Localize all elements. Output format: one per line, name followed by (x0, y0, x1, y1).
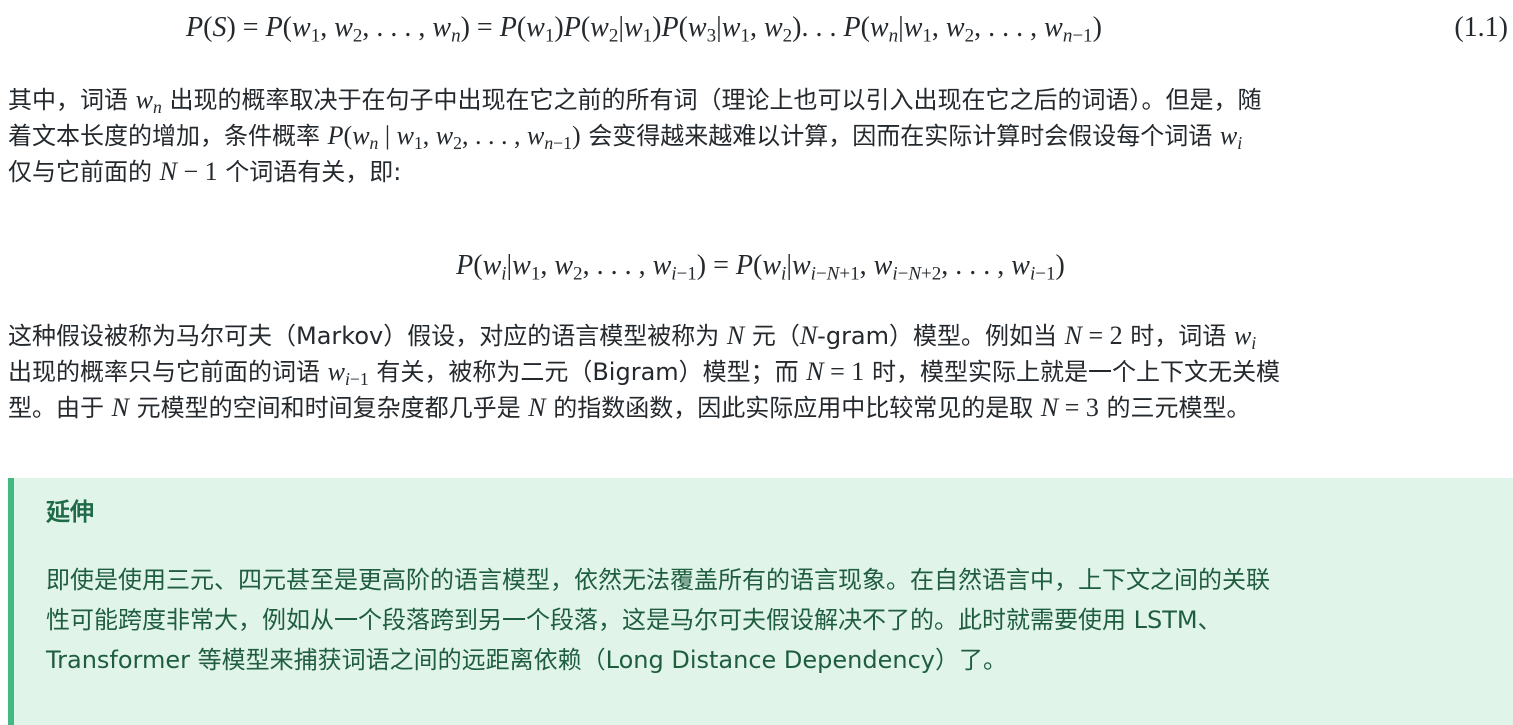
text-span: 其中，词语 (8, 86, 136, 114)
math-inline: N (726, 321, 745, 350)
paragraph-line: 这种假设被称为马尔可夫（Markov）假设，对应的语言模型被称为 N 元（N-g… (8, 318, 1508, 354)
text-span: 有关，被称为二元（Bigram）模型；而 (368, 358, 807, 386)
math-inline: wi (1233, 321, 1257, 353)
math-inline: N − 1 (159, 157, 218, 186)
text-span: 仅与它前面的 (8, 158, 160, 186)
callout-line: 即使是使用三元、四元甚至是更高阶的语言模型，依然无法覆盖所有的语言现象。在自然语… (46, 566, 1270, 594)
text-span: 时，模型实际上就是一个上下文无关模 (864, 358, 1280, 386)
document-page: P(S) = P(w1, w2, . . . , wn) = P(w1)P(w2… (0, 0, 1513, 725)
text-span: 这种假设被称为马尔可夫（Markov）假设，对应的语言模型被称为 (8, 322, 727, 350)
callout-title: 延伸 (46, 498, 94, 526)
equation-number: (1.1) (1454, 12, 1508, 43)
text-span: 时，词语 (1122, 322, 1234, 350)
math-inline: N (528, 393, 546, 422)
equation-markov-assumption: P(wi|w1, w2, . . . , wi−1) = P(wi|wi−N+1… (456, 250, 1065, 285)
math-inline: N = 1 (806, 357, 865, 386)
paragraph-conditional-probability: 其中，词语 wn 出现的概率取决于在句子中出现在它之前的所有词（理论上也可以引入… (8, 82, 1508, 190)
math-inline: wn (135, 85, 162, 117)
text-span: 出现的概率取决于在句子中出现在它之前的所有词（理论上也可以引入出现在它之后的词语… (161, 86, 1262, 114)
text-span: 元模型的空间和时间复杂度都几乎是 (128, 394, 529, 422)
paragraph-line: 仅与它前面的 N − 1 个词语有关，即: (8, 154, 1508, 190)
equation-chain-rule: P(S) = P(w1, w2, . . . , wn) = P(w1)P(w2… (186, 8, 1508, 48)
extension-callout: 延伸 即使是使用三元、四元甚至是更高阶的语言模型，依然无法覆盖所有的语言现象。在… (8, 478, 1513, 725)
math-inline: wi (1219, 121, 1243, 153)
paragraph-ngram-model: 这种假设被称为马尔可夫（Markov）假设，对应的语言模型被称为 N 元（N-g… (8, 318, 1508, 426)
text-span: 的三元模型。 (1098, 394, 1251, 422)
equation-body: P(S) = P(w1, w2, . . . , wn) = P(w1)P(w2… (186, 12, 1102, 47)
paragraph-line: 出现的概率只与它前面的词语 wi−1 有关，被称为二元（Bigram）模型；而 … (8, 354, 1508, 390)
text-span: -gram）模型。例如当 (817, 322, 1065, 350)
paragraph-line: 其中，词语 wn 出现的概率取决于在句子中出现在它之前的所有词（理论上也可以引入… (8, 82, 1508, 118)
callout-line: Transformer 等模型来捕获词语之间的远距离依赖（Long Distan… (46, 646, 1007, 674)
math-inline: N (111, 393, 129, 422)
text-span: 元（ (744, 322, 800, 350)
math-inline: P(wn | w1, w2, . . . , wn−1) (327, 121, 581, 153)
math-inline: N = 3 (1040, 393, 1099, 422)
callout-line: 性可能跨度非常大，例如从一个段落跨到另一个段落，这是马尔可夫假设解决不了的。此时… (46, 606, 1222, 634)
math-inline: N = 2 (1064, 321, 1123, 350)
math-inline: wi−1 (327, 357, 369, 389)
callout-body: 即使是使用三元、四元甚至是更高阶的语言模型，依然无法覆盖所有的语言现象。在自然语… (46, 560, 1496, 680)
paragraph-line: 着文本长度的增加，条件概率 P(wn | w1, w2, . . . , wn−… (8, 118, 1508, 154)
text-span: 个词语有关，即: (217, 158, 402, 186)
text-span: 的指数函数，因此实际应用中比较常见的是取 (545, 394, 1041, 422)
paragraph-line: 型。由于 N 元模型的空间和时间复杂度都几乎是 N 的指数函数，因此实际应用中比… (8, 390, 1508, 426)
text-span: 着文本长度的增加，条件概率 (8, 122, 328, 150)
math-inline: N (799, 321, 818, 350)
text-span: 型。由于 (8, 394, 112, 422)
text-span: 出现的概率只与它前面的词语 (8, 358, 328, 386)
text-span: 会变得越来越难以计算，因而在实际计算时会假设每个词语 (580, 122, 1220, 150)
